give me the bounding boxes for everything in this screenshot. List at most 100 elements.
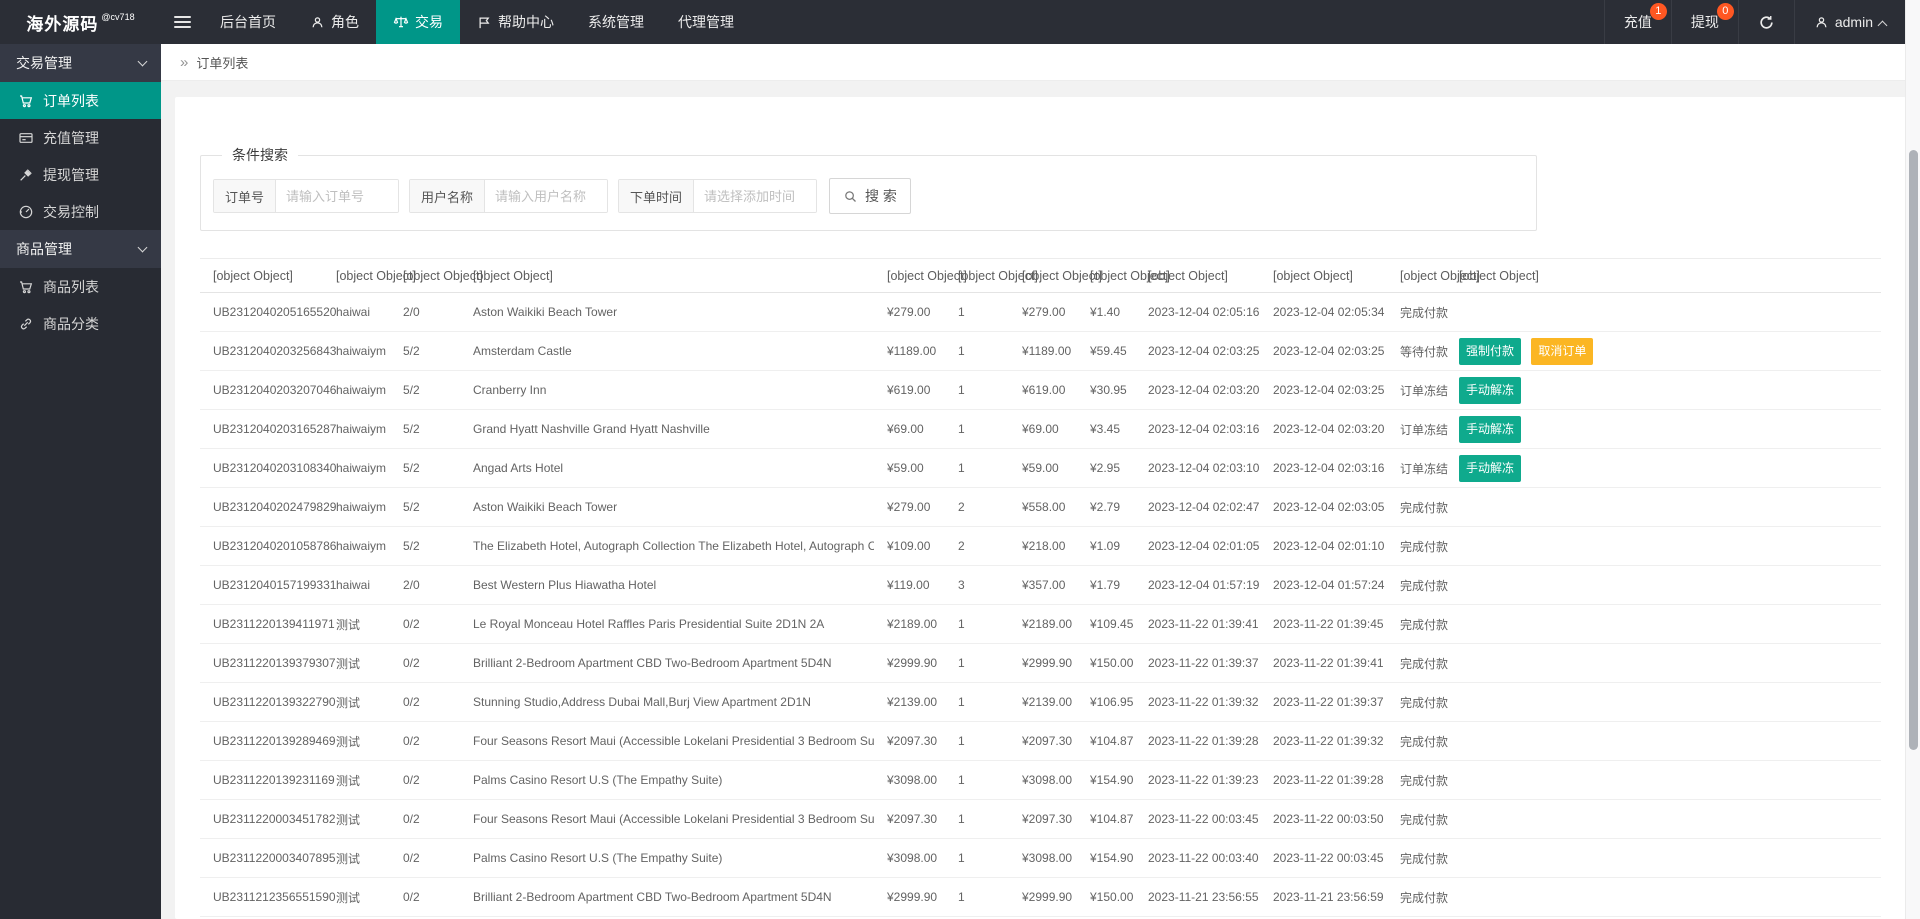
cell-commission: ¥150.00: [1077, 643, 1135, 683]
nav-label: 后台首页: [220, 14, 276, 30]
cell-unfreeze-time: 2023-11-22 01:39:41: [1260, 643, 1387, 683]
user-icon: [1814, 15, 1829, 30]
cell-order-no: UB2312040157199331: [200, 565, 336, 605]
column-header: [object Object]: [1260, 258, 1387, 293]
cell-complete-start-ratio: 5/2: [390, 331, 460, 371]
column-header: [object Object]: [1135, 258, 1260, 293]
cell-commission: ¥1.40: [1077, 292, 1135, 332]
cell-quantity: 1: [945, 877, 1009, 917]
scrollbar[interactable]: [1905, 0, 1920, 919]
sidebar-item-product-list[interactable]: 商品列表: [0, 268, 161, 305]
force-pay-button[interactable]: 强制付款: [1459, 337, 1522, 365]
cell-unit-price: ¥2097.30: [874, 799, 945, 839]
cell-commission: ¥59.45: [1077, 331, 1135, 371]
username-field-label: 用户名称: [410, 180, 486, 212]
cell-order-time: 2023-11-22 01:39:37: [1135, 643, 1260, 683]
cell-trade-status: 完成付款: [1387, 721, 1448, 761]
cell-quantity: 1: [945, 331, 1009, 371]
cell-product-name: Best Western Plus Hiawatha Hotel: [460, 565, 874, 605]
recharge-badge: 1: [1649, 3, 1667, 20]
orders-table: [object Object] [object Object] [object Ob…: [200, 258, 1881, 917]
nav-item-roles[interactable]: 角色: [293, 0, 376, 44]
cell-commission: ¥1.79: [1077, 565, 1135, 605]
cell-order-no: UB2311220139379307: [200, 643, 336, 683]
username-label: admin: [1834, 14, 1873, 30]
cell-amount: ¥357.00: [1009, 565, 1077, 605]
cell-unit-price: ¥3098.00: [874, 760, 945, 800]
chevron-down-icon: [137, 56, 148, 67]
cancel-order-button[interactable]: 取消订单: [1531, 337, 1594, 365]
cell-complete-start-ratio: 0/2: [390, 760, 460, 800]
nav-recharge[interactable]: 充值 1: [1603, 0, 1671, 44]
nav-item-agents[interactable]: 代理管理: [661, 0, 751, 44]
flag-icon: [477, 15, 492, 30]
cell-order-time: 2023-11-22 00:03:45: [1135, 799, 1260, 839]
cell-unfreeze-time: 2023-12-04 02:03:20: [1260, 409, 1387, 449]
cell-order-time: 2023-11-21 23:56:55: [1135, 877, 1260, 917]
sidebar-item-label: 订单列表: [43, 92, 99, 109]
manual-unfreeze-button[interactable]: 手动解冻: [1459, 454, 1522, 482]
refresh-button[interactable]: [1737, 0, 1794, 44]
cell-amount: ¥3098.00: [1009, 838, 1077, 878]
cell-unit-price: ¥3098.00: [874, 838, 945, 878]
user-menu[interactable]: admin: [1793, 0, 1905, 44]
cell-actions: [1446, 643, 1881, 683]
sidebar-collapse-button[interactable]: [161, 0, 203, 44]
nav-label: 代理管理: [678, 14, 734, 30]
cell-unfreeze-time: 2023-11-22 01:39:45: [1260, 604, 1387, 644]
cell-order-time: 2023-11-22 01:39:23: [1135, 760, 1260, 800]
withdraw-badge: 0: [1716, 3, 1734, 20]
cell-actions: [1446, 682, 1881, 722]
table-row: UB2312040203108340 haiwaiym 5/2 Angad Ar…: [200, 448, 1881, 488]
sidebar-group-product-management[interactable]: 商品管理: [0, 230, 161, 268]
cell-quantity: 2: [945, 487, 1009, 527]
table-row: UB2312040203256843 haiwaiym 5/2 Amsterda…: [200, 331, 1881, 371]
cell-order-time: 2023-12-04 02:03:25: [1135, 331, 1260, 371]
username-input[interactable]: [485, 180, 608, 212]
table-row: UB2311220139289469 测试 0/2 Four Seasons R…: [200, 721, 1881, 761]
column-header: [object Object]: [874, 258, 967, 293]
sidebar-item-order-list[interactable]: 订单列表: [0, 82, 161, 119]
sidebar-item-recharge-management[interactable]: 充值管理: [0, 119, 161, 156]
brand-version: @cv718: [101, 12, 135, 22]
nav-item-help-center[interactable]: 帮助中心: [460, 0, 571, 44]
order-no-input[interactable]: [276, 180, 399, 212]
cell-product-name: Aston Waikiki Beach Tower: [460, 487, 874, 527]
nav-item-dashboard[interactable]: 后台首页: [203, 0, 293, 44]
cell-amount: ¥2097.30: [1009, 799, 1077, 839]
sidebar: 交易管理 订单列表 充值管理 提现管理 交易控制 商品管理 商品列表 商品分类: [0, 44, 161, 919]
cell-unit-price: ¥2139.00: [874, 682, 945, 722]
sidebar-item-product-category[interactable]: 商品分类: [0, 305, 161, 342]
nav-label: 角色: [331, 14, 359, 30]
breadcrumb: » 订单列表: [161, 44, 1920, 81]
manual-unfreeze-button[interactable]: 手动解冻: [1459, 415, 1522, 443]
cell-quantity: 1: [945, 448, 1009, 488]
nav-label: 充值: [1623, 14, 1652, 30]
brand-logo[interactable]: 海外源码 @cv718: [0, 0, 161, 44]
cell-trade-status: 订单冻结: [1387, 448, 1448, 488]
cell-order-no: UB2311220139289469: [200, 721, 336, 761]
table-row: UB2311220139231169 测试 0/2 Palms Casino R…: [200, 760, 1881, 800]
manual-unfreeze-button[interactable]: 手动解冻: [1459, 376, 1522, 404]
cell-amount: ¥59.00: [1009, 448, 1077, 488]
order-time-field-label: 下单时间: [619, 180, 695, 212]
cell-unit-price: ¥619.00: [874, 370, 945, 410]
sidebar-group-trade-management[interactable]: 交易管理: [0, 44, 161, 82]
scrollbar-thumb[interactable]: [1909, 150, 1918, 750]
sidebar-item-withdraw-management[interactable]: 提现管理: [0, 156, 161, 193]
cell-unit-price: ¥2999.90: [874, 877, 945, 917]
order-time-input[interactable]: [694, 180, 817, 212]
nav-item-trade[interactable]: 交易: [376, 0, 460, 44]
nav-item-system[interactable]: 系统管理: [571, 0, 661, 44]
nav-label: 帮助中心: [498, 14, 554, 30]
search-button[interactable]: 搜 索: [829, 178, 911, 214]
cell-amount: ¥2139.00: [1009, 682, 1077, 722]
top-navbar: 海外源码 @cv718 后台首页 角色 交易 帮助中心 系统管理 代理管理 充值…: [0, 0, 1905, 44]
cell-order-no: UB2311220139322790: [200, 682, 336, 722]
nav-withdraw[interactable]: 提现 0: [1670, 0, 1738, 44]
sidebar-item-trade-control[interactable]: 交易控制: [0, 193, 161, 230]
cart-icon: [17, 93, 34, 109]
cell-commission: ¥1.09: [1077, 526, 1135, 566]
cell-amount: ¥279.00: [1009, 292, 1077, 332]
cell-unfreeze-time: 2023-11-22 01:39:32: [1260, 721, 1387, 761]
